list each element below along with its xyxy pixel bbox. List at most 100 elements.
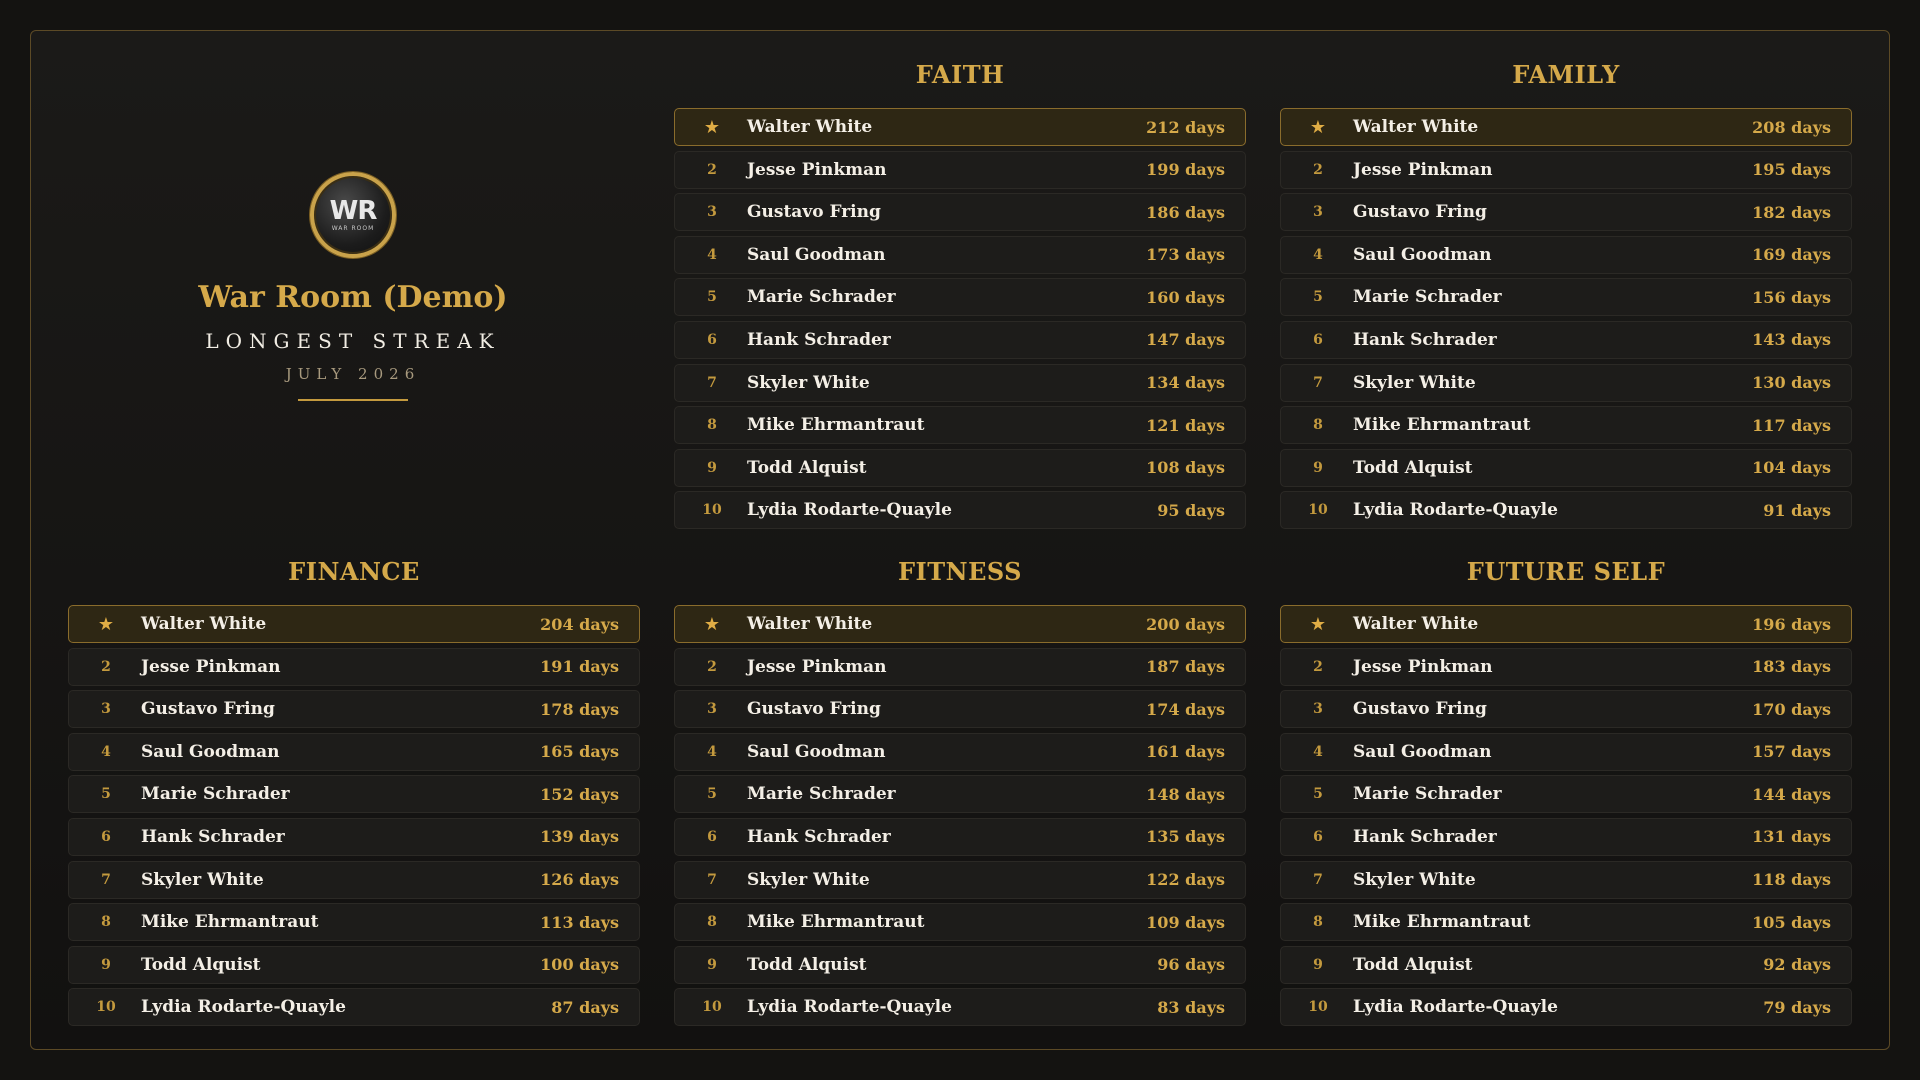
streak-value: 199 days xyxy=(1146,160,1225,180)
member-name: Hank Schrader xyxy=(747,826,891,847)
member-name: Skyler White xyxy=(1353,372,1476,393)
streak-value: 183 days xyxy=(1752,657,1831,677)
streak-value: 144 days xyxy=(1752,784,1831,804)
member-name: Todd Alquist xyxy=(141,954,261,975)
rank-number: 4 xyxy=(1313,246,1323,263)
leaderboard-row: 9 Todd Alquist 92 days xyxy=(1280,945,1852,984)
rank-number: 7 xyxy=(101,871,111,888)
rank-number: 9 xyxy=(101,956,111,973)
leaderboard-row-top: ★ Walter White 200 days xyxy=(674,605,1246,643)
member-name: Gustavo Fring xyxy=(1353,699,1487,720)
rank-number: 3 xyxy=(707,701,717,718)
member-name: Walter White xyxy=(141,614,267,634)
streak-value: 212 days xyxy=(1146,117,1225,137)
member-name: Lydia Rodarte-Quayle xyxy=(1353,997,1558,1018)
rank-number: 3 xyxy=(101,701,111,718)
star-icon: ★ xyxy=(1309,116,1327,138)
rank-number: 5 xyxy=(1313,289,1323,306)
member-name: Jesse Pinkman xyxy=(747,159,887,180)
leaderboard-row-top: ★ Walter White 196 days xyxy=(1280,605,1852,643)
panel-finance: FINANCE ★ Walter White 204 days 2 Jesse Pinkm… xyxy=(68,547,640,1031)
member-name: Hank Schrader xyxy=(141,826,285,847)
panel-title: FAITH xyxy=(915,60,1005,89)
leaderboard-row-top: ★ Walter White 204 days xyxy=(68,605,640,643)
leaderboard-row: 3 Gustavo Fring 186 days xyxy=(674,193,1246,232)
rank-number: 9 xyxy=(707,459,717,476)
leaderboard-row: 2 Jesse Pinkman 183 days xyxy=(1280,647,1852,686)
panel-family: FAMILY ★ Walter White 208 days 2 Jesse Pinkma… xyxy=(1280,50,1852,534)
leaderboard-row: 6 Hank Schrader 147 days xyxy=(674,320,1246,359)
leaderboard-row: 8 Mike Ehrmantraut 109 days xyxy=(674,903,1246,942)
star-icon: ★ xyxy=(703,116,721,138)
member-name: Hank Schrader xyxy=(747,329,891,350)
streak-value: 169 days xyxy=(1752,245,1831,265)
member-name: Mike Ehrmantraut xyxy=(1353,912,1531,933)
streak-value: 152 days xyxy=(540,784,619,804)
logo-mark: WR xyxy=(329,196,378,226)
streak-value: 182 days xyxy=(1752,202,1831,222)
leaderboard-row: 7 Skyler White 134 days xyxy=(674,363,1246,402)
streak-value: 79 days xyxy=(1763,997,1831,1017)
leaderboard-list: ★ Walter White 204 days 2 Jesse Pinkman 191 d… xyxy=(68,605,640,1027)
leaderboard-row: 2 Jesse Pinkman 199 days xyxy=(674,150,1246,189)
streak-value: 130 days xyxy=(1752,373,1831,393)
member-name: Saul Goodman xyxy=(747,244,886,265)
leaderboard-row: 9 Todd Alquist 108 days xyxy=(674,448,1246,487)
rank-number: 5 xyxy=(707,289,717,306)
member-name: Skyler White xyxy=(747,869,870,890)
rank-number: 4 xyxy=(101,743,111,760)
member-name: Walter White xyxy=(747,117,873,137)
rank-number: 9 xyxy=(707,956,717,973)
member-name: Hank Schrader xyxy=(1353,826,1497,847)
leaderboard-row: 4 Saul Goodman 165 days xyxy=(68,732,640,771)
member-name: Jesse Pinkman xyxy=(1353,159,1493,180)
streak-value: 196 days xyxy=(1752,614,1831,634)
streak-value: 104 days xyxy=(1752,458,1831,478)
member-name: Walter White xyxy=(1353,614,1479,634)
rank-number: 8 xyxy=(707,914,717,931)
rank-number: 10 xyxy=(96,999,116,1016)
streak-value: 195 days xyxy=(1752,160,1831,180)
member-name: Mike Ehrmantraut xyxy=(747,912,925,933)
rank-number: 8 xyxy=(1313,914,1323,931)
member-name: Marie Schrader xyxy=(141,784,290,805)
star-icon: ★ xyxy=(1299,614,1337,635)
member-name: Skyler White xyxy=(1353,869,1476,890)
leaderboard-row: 5 Marie Schrader 148 days xyxy=(674,775,1246,814)
member-name: Todd Alquist xyxy=(747,954,867,975)
member-name: Jesse Pinkman xyxy=(1353,656,1493,677)
member-name: Walter White xyxy=(747,614,873,634)
leaderboard-list: ★ Walter White 200 days 2 Jesse Pinkman 187 d… xyxy=(674,605,1246,1027)
streak-value: 95 days xyxy=(1157,500,1225,520)
leaderboard-row: 3 Gustavo Fring 170 days xyxy=(1280,690,1852,729)
member-name: Marie Schrader xyxy=(747,784,896,805)
rank-number: 3 xyxy=(1313,204,1323,221)
leaderboard-row: 10 Lydia Rodarte-Quayle 83 days xyxy=(674,988,1246,1027)
member-name: Lydia Rodarte-Quayle xyxy=(1353,500,1558,521)
member-name: Mike Ehrmantraut xyxy=(141,912,319,933)
rank-number: 2 xyxy=(707,161,717,178)
leaderboard-list: ★ Walter White 212 days 2 Jesse Pinkman 199 d… xyxy=(674,108,1246,530)
streak-value: 148 days xyxy=(1146,784,1225,804)
member-name: Jesse Pinkman xyxy=(747,656,887,677)
rank-number: 2 xyxy=(707,658,717,675)
star-icon: ★ xyxy=(97,613,115,635)
leaderboard-row: 10 Lydia Rodarte-Quayle 95 days xyxy=(674,491,1246,530)
rank-number: 9 xyxy=(1313,956,1323,973)
member-name: Saul Goodman xyxy=(747,741,886,762)
panel-fitness: FITNESS ★ Walter White 200 days 2 Jesse Pinkm… xyxy=(674,547,1246,1031)
rank-number: 2 xyxy=(1313,658,1323,675)
leaderboard-row: 9 Todd Alquist 104 days xyxy=(1280,448,1852,487)
leaderboard-row: 7 Skyler White 126 days xyxy=(68,860,640,899)
member-name: Jesse Pinkman xyxy=(141,656,281,677)
leaderboard-row: 10 Lydia Rodarte-Quayle 79 days xyxy=(1280,988,1852,1027)
streak-value: 92 days xyxy=(1763,955,1831,975)
leaderboard-row: 8 Mike Ehrmantraut 105 days xyxy=(1280,903,1852,942)
leaderboard-row: 2 Jesse Pinkman 195 days xyxy=(1280,150,1852,189)
rank-number: 4 xyxy=(707,743,717,760)
streak-value: 96 days xyxy=(1157,955,1225,975)
streak-value: 135 days xyxy=(1146,827,1225,847)
leaderboard-row: 8 Mike Ehrmantraut 117 days xyxy=(1280,406,1852,445)
streak-value: 173 days xyxy=(1146,245,1225,265)
streak-value: 156 days xyxy=(1752,287,1831,307)
